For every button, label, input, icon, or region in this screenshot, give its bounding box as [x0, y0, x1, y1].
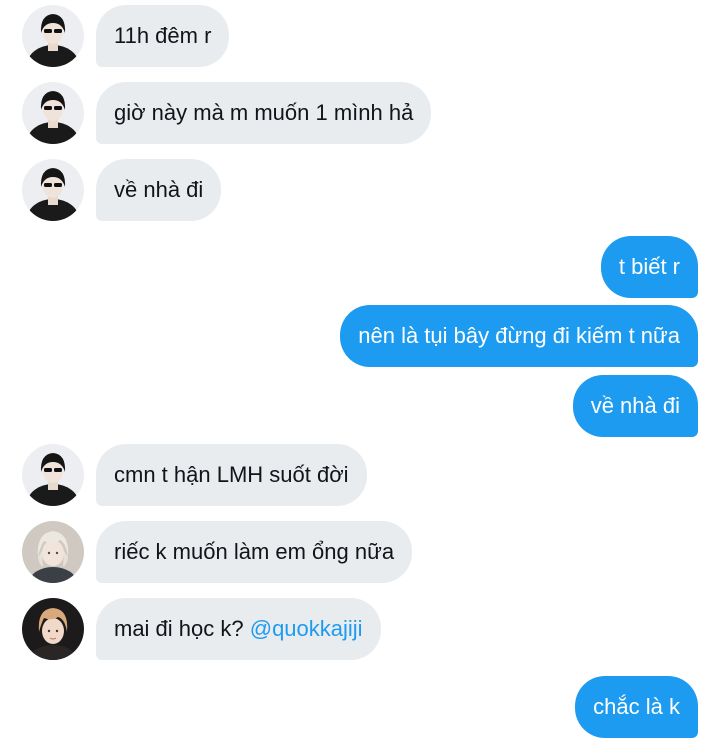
message-text: riếc k muốn làm em ổng nữa [114, 539, 395, 564]
message-text: về nhà đi [114, 177, 204, 202]
message-text: 11h đêm r [114, 23, 212, 48]
user-mention-link[interactable]: @quokkajiji [250, 616, 363, 641]
message-text: t biết r [618, 254, 680, 279]
message-text: giờ này mà m muốn 1 mình hả [114, 100, 414, 125]
incoming-message-bubble[interactable]: 11h đêm r [96, 5, 230, 67]
chat-thread: 11h đêm r giờ này mà m muốn 1 mình hả về… [0, 0, 720, 745]
outgoing-message-bubble[interactable]: nên là tụi bây đừng đi kiếm t nữa [340, 305, 698, 367]
message-text: mai đi học k? [114, 616, 250, 641]
avatar-dark-sunglasses[interactable] [22, 5, 84, 67]
avatar-dark-sunglasses[interactable] [22, 159, 84, 221]
incoming-message-bubble[interactable]: mai đi học k? @quokkajiji [96, 598, 381, 660]
message-text: về nhà đi [590, 393, 680, 418]
message-text: chắc là k [593, 694, 680, 719]
message-text: cmn t hận LMH suốt đời [114, 462, 349, 487]
incoming-message-bubble[interactable]: riếc k muốn làm em ổng nữa [96, 521, 413, 583]
outgoing-message-bubble[interactable]: t biết r [600, 236, 698, 298]
avatar-dark-sunglasses[interactable] [22, 444, 84, 506]
message-text: nên là tụi bây đừng đi kiếm t nữa [358, 323, 680, 348]
incoming-message-bubble[interactable]: giờ này mà m muốn 1 mình hả [96, 82, 432, 144]
avatar-light-brown-hair[interactable] [22, 598, 84, 660]
outgoing-message-bubble[interactable]: chắc là k [575, 676, 698, 738]
avatar-blonde-hair[interactable] [22, 521, 84, 583]
avatar-dark-sunglasses[interactable] [22, 82, 84, 144]
outgoing-message-bubble[interactable]: về nhà đi [572, 375, 698, 437]
incoming-message-bubble[interactable]: về nhà đi [96, 159, 222, 221]
incoming-message-bubble[interactable]: cmn t hận LMH suốt đời [96, 444, 367, 506]
